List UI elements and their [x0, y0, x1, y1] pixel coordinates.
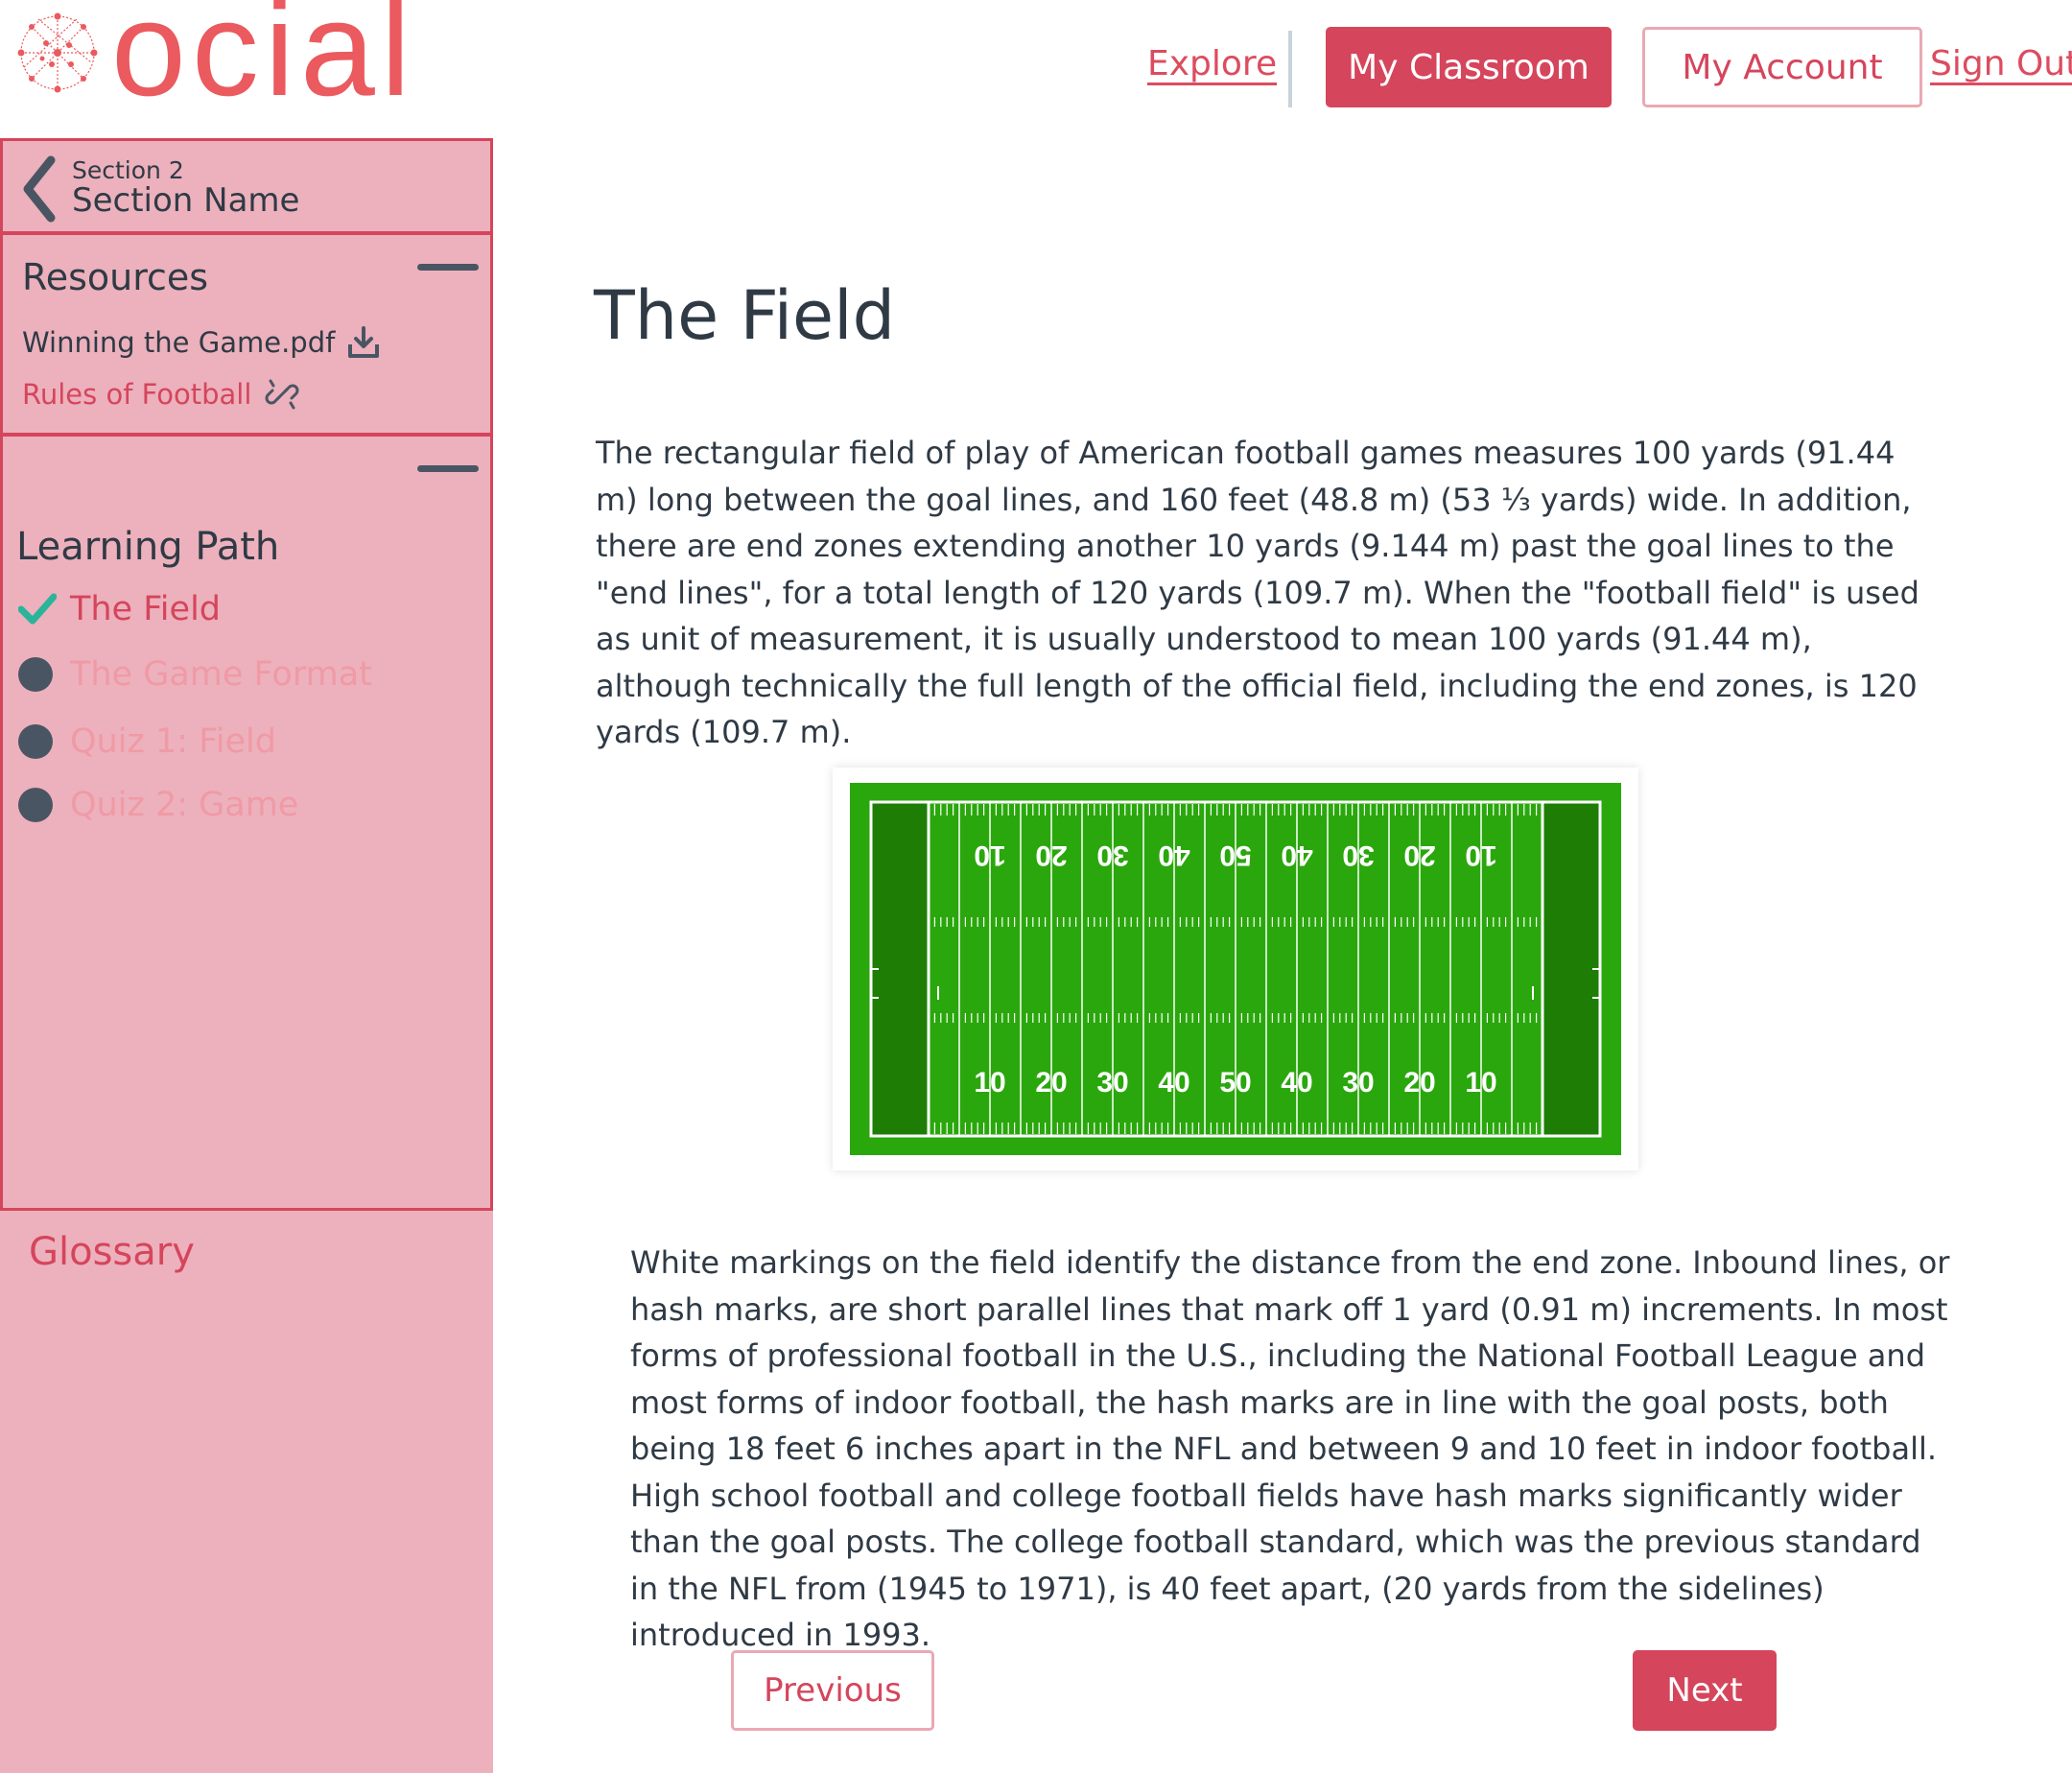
yard-number-bottom: 10 — [1465, 1067, 1496, 1099]
learning-path-item[interactable]: Quiz 2: Game — [18, 786, 298, 824]
resource-label: Rules of Football — [22, 378, 252, 411]
yard-number-bottom: 20 — [1403, 1067, 1435, 1099]
yard-number-top: 40 — [1158, 839, 1189, 871]
yard-number-top: 20 — [1035, 839, 1067, 871]
page-title: The Field — [594, 276, 896, 355]
chevron-left-icon[interactable] — [20, 154, 59, 224]
nav-sign-out[interactable]: Sign Out — [1930, 44, 2072, 83]
learning-path-item[interactable]: The Game Format — [18, 655, 372, 694]
yard-number-bottom: 30 — [1342, 1067, 1374, 1099]
yard-number-top: 10 — [1465, 839, 1496, 871]
yard-number-bottom: 20 — [1035, 1067, 1067, 1099]
learning-path-label: Quiz 1: Field — [70, 722, 276, 761]
link-icon — [265, 379, 299, 410]
football-field-figure: 10 10 20 20 30 30 40 40 50 50 40 40 30 30 20 20 10 10 — [833, 768, 1638, 1170]
yard-number-bottom: 40 — [1158, 1067, 1189, 1099]
yard-number-bottom: 10 — [974, 1067, 1005, 1099]
section-name: Section Name — [72, 181, 300, 220]
glossary-link[interactable]: Glossary — [29, 1230, 195, 1274]
yard-number-top: 30 — [1342, 839, 1374, 871]
section-header[interactable]: Section 2 Section Name — [0, 138, 493, 234]
checkmark-icon — [18, 593, 57, 625]
resources-panel: Resources Winning the Game.pdf Rules of … — [0, 232, 493, 436]
yard-number-top: 20 — [1403, 839, 1435, 871]
learning-path-item[interactable]: The Field — [18, 590, 221, 628]
body-paragraph: White markings on the field identify the… — [630, 1244, 1950, 1653]
incomplete-dot-icon — [18, 657, 53, 692]
learning-path-title: Learning Path — [16, 525, 280, 569]
football-field-diagram: 10 10 20 20 30 30 40 40 50 50 40 40 30 30 20 20 10 10 — [850, 783, 1621, 1155]
learning-path-label: The Game Format — [70, 655, 372, 694]
learning-path-label: Quiz 2: Game — [70, 786, 299, 824]
resource-label: Winning the Game.pdf — [22, 326, 336, 359]
resource-pdf-link[interactable]: Winning the Game.pdf — [22, 325, 381, 360]
previous-button[interactable]: Previous — [731, 1650, 934, 1731]
yard-number-top: 40 — [1281, 839, 1312, 871]
collapse-learning-path-button[interactable] — [417, 465, 479, 472]
nav-divider — [1288, 31, 1292, 107]
next-button[interactable]: Next — [1633, 1650, 1777, 1731]
yard-number-top: 10 — [974, 839, 1005, 871]
yard-number-bottom: 50 — [1219, 1067, 1251, 1099]
my-classroom-button[interactable]: My Classroom — [1326, 27, 1612, 107]
body-paragraph: The rectangular field of play of America… — [596, 435, 1919, 750]
yard-number-bottom: 30 — [1096, 1067, 1128, 1099]
app-logo[interactable]: ocial — [10, 0, 416, 116]
collapse-resources-button[interactable] — [417, 264, 479, 271]
learning-path-item[interactable]: Quiz 1: Field — [18, 722, 276, 761]
nav-explore[interactable]: Explore — [1147, 44, 1277, 83]
my-account-button[interactable]: My Account — [1642, 27, 1922, 107]
download-icon — [348, 326, 380, 358]
yard-number-top: 50 — [1219, 839, 1251, 871]
sidebar: Section 2 Section Name Resources Winning… — [0, 138, 493, 1773]
logo-wordmark: ocial — [111, 0, 416, 124]
learning-path-label: The Field — [70, 590, 222, 628]
incomplete-dot-icon — [18, 788, 53, 822]
incomplete-dot-icon — [18, 724, 53, 759]
yard-number-bottom: 40 — [1281, 1067, 1312, 1099]
network-logo-icon — [17, 12, 98, 93]
resources-title: Resources — [22, 256, 209, 298]
resource-rules-link[interactable]: Rules of Football — [22, 377, 299, 412]
yard-number-top: 30 — [1096, 839, 1128, 871]
learning-path-panel: Learning Path The Field The Game Format … — [0, 434, 493, 1211]
section-label: Section 2 — [72, 156, 184, 184]
